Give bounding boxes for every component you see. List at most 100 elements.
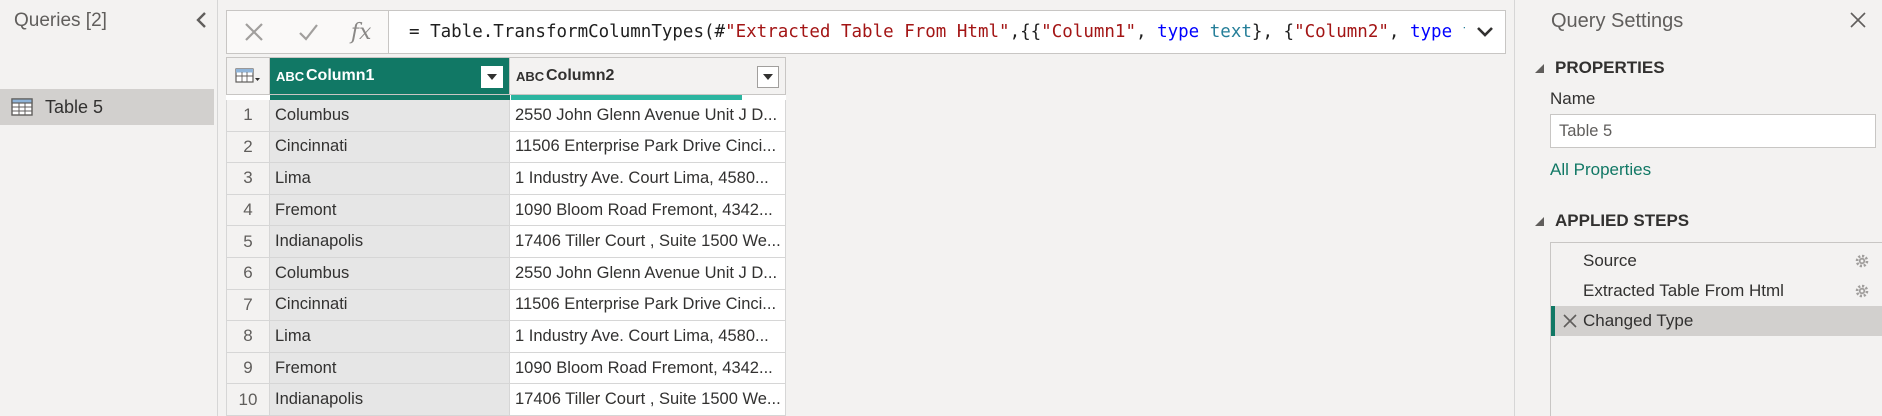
row-number[interactable]: 1 xyxy=(226,100,270,132)
name-label: Name xyxy=(1550,89,1596,108)
insert-function-button[interactable]: fx xyxy=(334,11,388,53)
column1-filter-button[interactable] xyxy=(481,66,503,88)
column-header-column1[interactable]: ABC Column1 xyxy=(270,57,510,95)
cell-column1[interactable]: Cincinnati xyxy=(270,131,510,164)
cell-column1[interactable]: Indianapolis xyxy=(270,226,510,258)
cell-column2[interactable]: 2550 John Glenn Avenue Unit J D... xyxy=(510,257,786,290)
cell-column2[interactable]: 2550 John Glenn Avenue Unit J D... xyxy=(510,100,786,132)
formula-mid: ,{{ xyxy=(1009,22,1042,42)
cell-column1[interactable]: Fremont xyxy=(270,352,510,385)
formula-col1-string: "Column1" xyxy=(1041,22,1136,42)
cell-column2[interactable]: 17406 Tiller Court , Suite 1500 We... xyxy=(510,226,786,258)
row-number[interactable]: 9 xyxy=(226,352,270,385)
query-item-label: Table 5 xyxy=(45,96,104,117)
cell-column2[interactable]: 11506 Enterprise Park Drive Cinci... xyxy=(510,131,786,164)
table-row: 4 Fremont 1090 Bloom Road Fremont, 4342... xyxy=(226,194,786,227)
table-menu-icon xyxy=(235,68,260,83)
formula-sep: , xyxy=(1136,22,1158,42)
delete-step-icon[interactable] xyxy=(1562,313,1578,329)
collapse-triangle-icon xyxy=(1535,217,1544,226)
step-label: Extracted Table From Html xyxy=(1583,281,1784,300)
column-name: Column1 xyxy=(306,67,375,84)
table-row: 1 Columbus 2550 John Glenn Avenue Unit J D… xyxy=(226,100,786,132)
cell-column2[interactable]: 11506 Enterprise Park Drive Cinci... xyxy=(510,289,786,322)
cell-column1[interactable]: Indianapolis xyxy=(270,384,510,416)
applied-steps-list: Source Extracted Table From Html Changed… xyxy=(1550,242,1882,416)
row-number[interactable]: 10 xyxy=(226,384,270,416)
step-extracted-table-from-html[interactable]: Extracted Table From Html xyxy=(1551,276,1882,306)
table-row: 10 Indianapolis 17406 Tiller Court , Suite… xyxy=(226,384,786,416)
commit-formula-button[interactable] xyxy=(281,11,335,53)
row-number[interactable]: 4 xyxy=(226,194,270,227)
grid-rows: 1 Columbus 2550 John Glenn Avenue Unit J D… xyxy=(226,100,786,416)
table-row: 2 Cincinnati 11506 Enterprise Park Drive C… xyxy=(226,131,786,164)
formula-col2-string: "Column2" xyxy=(1294,22,1389,42)
formula-bar: fx = Table.TransformColumnTypes(#"Extrac… xyxy=(226,10,1506,54)
cell-column1[interactable]: Fremont xyxy=(270,194,510,227)
cell-column2[interactable]: 1 Industry Ave. Court Lima, 4580... xyxy=(510,321,786,353)
column2-filter-button[interactable] xyxy=(757,66,779,88)
properties-section-header[interactable]: PROPERTIES xyxy=(1533,58,1665,78)
cell-column1[interactable]: Lima xyxy=(270,163,510,195)
close-settings-button[interactable] xyxy=(1846,8,1870,32)
properties-label: PROPERTIES xyxy=(1555,58,1665,77)
row-number[interactable]: 3 xyxy=(226,163,270,195)
row-number[interactable]: 8 xyxy=(226,321,270,353)
check-icon xyxy=(298,24,318,41)
table-row: 5 Indianapolis 17406 Tiller Court , Suite … xyxy=(226,226,786,258)
active-step-indicator xyxy=(1551,306,1555,336)
queries-title: Queries [2] xyxy=(14,10,107,31)
cell-column1[interactable]: Lima xyxy=(270,321,510,353)
column-header-column2[interactable]: ABC Column2 xyxy=(510,57,786,95)
expand-formula-button[interactable] xyxy=(1465,11,1505,53)
all-properties-link[interactable]: All Properties xyxy=(1550,160,1651,180)
cell-column2[interactable]: 1090 Bloom Road Fremont, 4342... xyxy=(510,352,786,385)
cancel-formula-button[interactable] xyxy=(227,11,281,53)
collapse-triangle-icon xyxy=(1535,64,1544,73)
query-name-input[interactable] xyxy=(1550,114,1876,148)
cell-column2[interactable]: 17406 Tiller Court , Suite 1500 We... xyxy=(510,384,786,416)
grid-header: ABC Column1 ABC Column2 xyxy=(226,57,786,95)
chevron-down-icon xyxy=(1477,27,1493,37)
text-type-icon[interactable]: ABC xyxy=(516,69,544,84)
step-changed-type[interactable]: Changed Type xyxy=(1551,306,1882,336)
caret-down-icon xyxy=(763,74,773,80)
formula-text[interactable]: = Table.TransformColumnTypes(#"Extracted… xyxy=(389,22,1465,42)
formula-type-keyword-2: type xyxy=(1409,22,1453,42)
data-grid: ABC Column1 ABC Column2 1 Columbus 2550 Jo… xyxy=(226,57,786,416)
cell-column2[interactable]: 1 Industry Ave. Court Lima, 4580... xyxy=(510,163,786,195)
table-row: 7 Cincinnati 11506 Enterprise Park Drive C… xyxy=(226,289,786,322)
cell-column1[interactable]: Columbus xyxy=(270,100,510,132)
row-number[interactable]: 7 xyxy=(226,289,270,322)
row-number[interactable]: 5 xyxy=(226,226,270,258)
cell-column2[interactable]: 1090 Bloom Road Fremont, 4342... xyxy=(510,194,786,227)
applied-steps-section-header[interactable]: APPLIED STEPS xyxy=(1533,211,1689,231)
formula-type-value: text xyxy=(1199,22,1252,42)
table-row: 6 Columbus 2550 John Glenn Avenue Unit J D… xyxy=(226,257,786,290)
formula-sep2: , xyxy=(1388,22,1410,42)
gear-icon[interactable] xyxy=(1854,253,1870,269)
cell-column1[interactable]: Columbus xyxy=(270,257,510,290)
table-icon xyxy=(11,98,33,116)
queries-pane: Queries [2] Table 5 xyxy=(0,0,218,416)
applied-steps-label: APPLIED STEPS xyxy=(1555,211,1690,230)
caret-down-icon xyxy=(487,74,497,80)
column-name: Column2 xyxy=(546,67,615,84)
gear-icon[interactable] xyxy=(1854,283,1870,299)
query-settings-pane: Query Settings PROPERTIES Name All Prope… xyxy=(1514,0,1882,416)
table-row: 9 Fremont 1090 Bloom Road Fremont, 4342... xyxy=(226,352,786,385)
collapse-pane-button[interactable] xyxy=(190,8,212,32)
formula-prefix: = Table.TransformColumnTypes(# xyxy=(409,22,726,42)
close-icon xyxy=(1850,12,1866,28)
row-number[interactable]: 6 xyxy=(226,257,270,290)
cell-column1[interactable]: Cincinnati xyxy=(270,289,510,322)
close-icon xyxy=(245,23,263,41)
row-number[interactable]: 2 xyxy=(226,131,270,164)
table-menu-button[interactable] xyxy=(226,57,270,95)
text-type-icon[interactable]: ABC xyxy=(276,69,304,84)
step-label: Source xyxy=(1583,251,1637,270)
formula-buttons: fx xyxy=(227,11,389,53)
query-settings-title: Query Settings xyxy=(1551,10,1684,32)
query-item-table-5[interactable]: Table 5 xyxy=(0,89,214,125)
step-source[interactable]: Source xyxy=(1551,246,1882,276)
